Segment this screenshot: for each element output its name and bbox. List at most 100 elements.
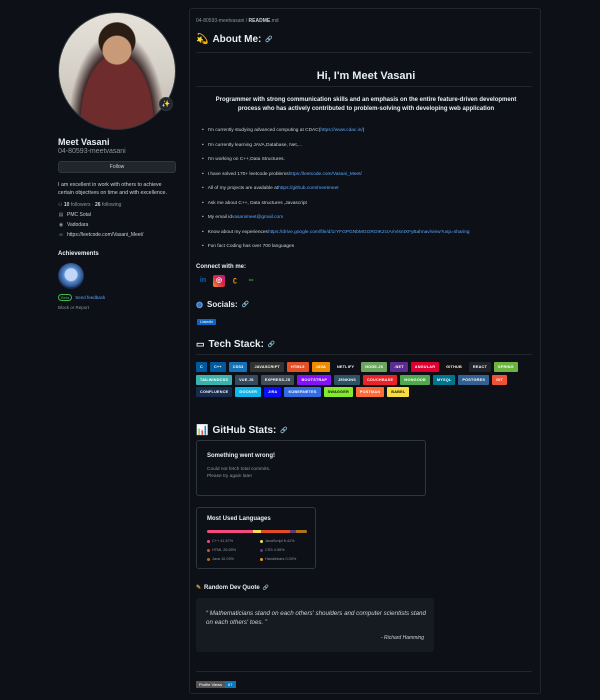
detail-text[interactable]: https://leetcode.com/Vasani_Meet/ [67, 232, 143, 238]
about-heading: 💫 About Me: 🔗 [196, 34, 273, 45]
language-label: JavaScript 6.41% [265, 539, 295, 543]
language-bar-segment [260, 530, 291, 533]
achievements-title: Achievements [58, 251, 99, 257]
anchor-link-icon[interactable]: 🔗 [268, 341, 275, 348]
list-item: I'm currently studying advanced computin… [202, 128, 537, 143]
error-line: Please try again later [207, 474, 253, 479]
list-item-text: Fun fact Coding has over 700 languages [207, 244, 295, 249]
tech-badge: TailwindCSS [196, 374, 233, 385]
profile-detail: ▤ PMC Sotal [58, 212, 178, 218]
profile-views-badge: Profile Views 87 [196, 681, 236, 688]
profile-detail: ◉ Vadodara [58, 222, 178, 228]
globe-icon: ◍ [196, 300, 203, 309]
stats-title: GitHub Stats: [212, 425, 277, 436]
language-legend-item: C++ 41.57% [207, 539, 260, 543]
building-icon: ▤ [58, 212, 64, 218]
followers-count[interactable]: 10 [64, 202, 70, 208]
achievement-badge-icon[interactable] [58, 263, 84, 289]
list-item: I'm working on C++,Data Structures. [202, 157, 537, 172]
language-legend-item: Handlebars 0.00% [260, 557, 313, 561]
avatar[interactable]: ✨ [58, 12, 176, 130]
language-dot-icon [260, 539, 263, 543]
list-item: Know about my experiences https://drive.… [202, 230, 537, 245]
tech-badge: Confluence [196, 387, 233, 397]
list-item: My email id vasanimeet@gmail.com [202, 215, 537, 230]
tech-badge: Postman [355, 387, 385, 397]
tech-badge: React [468, 362, 491, 372]
feedback-row: Beta Send feedback [58, 294, 178, 301]
divider [196, 86, 532, 87]
followers-label[interactable]: followers [71, 202, 91, 208]
tech-badge: Jenkins [334, 374, 360, 385]
breadcrumb-user[interactable]: 04-80593-meetvasani [196, 18, 244, 24]
anchor-link-icon[interactable]: 🔗 [280, 427, 287, 434]
geeksforgeeks-icon[interactable]: ∞ [245, 275, 257, 287]
language-legend-item: HTML 26.55% [207, 548, 260, 552]
list-item-link[interactable]: https://drive.google.com/file/d/1rYFGPGN… [268, 230, 470, 235]
block-report-link[interactable]: Block or Report [58, 305, 178, 310]
profile-bio: I am excellent in work with others to ac… [58, 182, 167, 196]
list-item-link[interactable]: https://leetcode.com/Vasani_Meet/ [289, 172, 362, 177]
list-item-link[interactable]: vasanimeet@gmail.com [232, 215, 283, 220]
location-icon: ◉ [58, 222, 64, 228]
tech-badge: Spring [493, 362, 518, 372]
breadcrumb: 04-80593-meetvasani / README.md [196, 18, 279, 24]
language-bar-segment [253, 530, 261, 533]
send-feedback-link[interactable]: Send feedback [75, 295, 105, 300]
languages-title: Most Used Languages [207, 516, 271, 522]
language-label: CSS 4.96% [265, 548, 285, 552]
linkedin-badge[interactable]: LinkedIn [197, 319, 217, 325]
follow-button[interactable]: Follow [58, 161, 176, 173]
profile-detail[interactable]: ∞ https://leetcode.com/Vasani_Meet/ [58, 232, 178, 238]
about-title: About Me: [212, 34, 262, 45]
language-dot-icon [260, 557, 263, 561]
languages-bar [207, 530, 307, 533]
connect-title: Connect with me: [196, 264, 247, 270]
readme-panel: 04-80593-meetvasani / README.md 💫 About … [189, 8, 541, 694]
quote-author: - Richard Hamming [380, 635, 424, 641]
language-label: Handlebars 0.00% [265, 557, 297, 561]
tech-badge: Express.js [260, 374, 295, 385]
leetcode-icon[interactable]: ʗ [229, 275, 241, 287]
tech-badge: Git [492, 374, 508, 385]
tech-badge: Bootstrap [297, 374, 332, 385]
list-item-text: I'm working on C++,Data Structures. [207, 157, 285, 162]
anchor-link-icon[interactable]: 🔗 [242, 301, 249, 308]
quote-body: Mathematicians stand on each others' sho… [206, 610, 426, 626]
list-item-link[interactable]: https://github.com/meetmeet [278, 186, 339, 191]
status-emoji-icon[interactable]: ✨ [159, 97, 173, 111]
tech-heading: ▭ Tech Stack: 🔗 [196, 339, 275, 350]
tech-badge: .Net [390, 362, 408, 372]
language-bar-segment [295, 530, 307, 533]
tech-badge: GitHub [442, 362, 466, 372]
list-item-text: All of my projects are available at [207, 186, 279, 191]
profile-details: ▤ PMC Sotal ◉ Vadodara ∞ https://leetcode.com… [58, 212, 178, 238]
socials-title: Socials: [206, 300, 238, 309]
quote-title: Random Dev Quote [204, 584, 260, 591]
anchor-link-icon[interactable]: 🔗 [265, 36, 272, 43]
language-label: Java 10.03% [212, 557, 234, 561]
list-item-text: My email id [207, 215, 232, 220]
error-title: Something went wrong! [207, 453, 275, 459]
list-item-link[interactable]: https://www.cdac.in/ [320, 128, 362, 133]
error-line: Could not fetch total commits. [207, 467, 271, 472]
tech-badge: Kubernetes [284, 387, 321, 397]
language-legend-item: CSS 4.96% [260, 548, 313, 552]
following-count[interactable]: 26 [95, 202, 101, 208]
divider [196, 52, 532, 53]
list-item: Fun fact Coding has over 700 languages [202, 244, 537, 259]
computer-icon: ▭ [196, 339, 205, 349]
list-item-suffix: ) [362, 128, 365, 133]
beta-badge: Beta [58, 294, 73, 301]
tech-badge: Couchbase [362, 374, 398, 385]
tech-badge: C++ [209, 362, 226, 372]
following-label[interactable]: following [102, 202, 121, 208]
linkedin-icon[interactable]: in [197, 275, 209, 287]
instagram-icon[interactable]: ◎ [213, 275, 225, 287]
views-count: 87 [225, 681, 236, 688]
list-item-text: Ask me about C++, Data structures ,Javas… [207, 200, 307, 206]
anchor-link-icon[interactable]: 🔗 [263, 585, 269, 591]
breadcrumb-file: README [248, 18, 271, 24]
tech-title: Tech Stack: [208, 339, 264, 350]
language-legend-item: Java 10.03% [207, 557, 260, 561]
